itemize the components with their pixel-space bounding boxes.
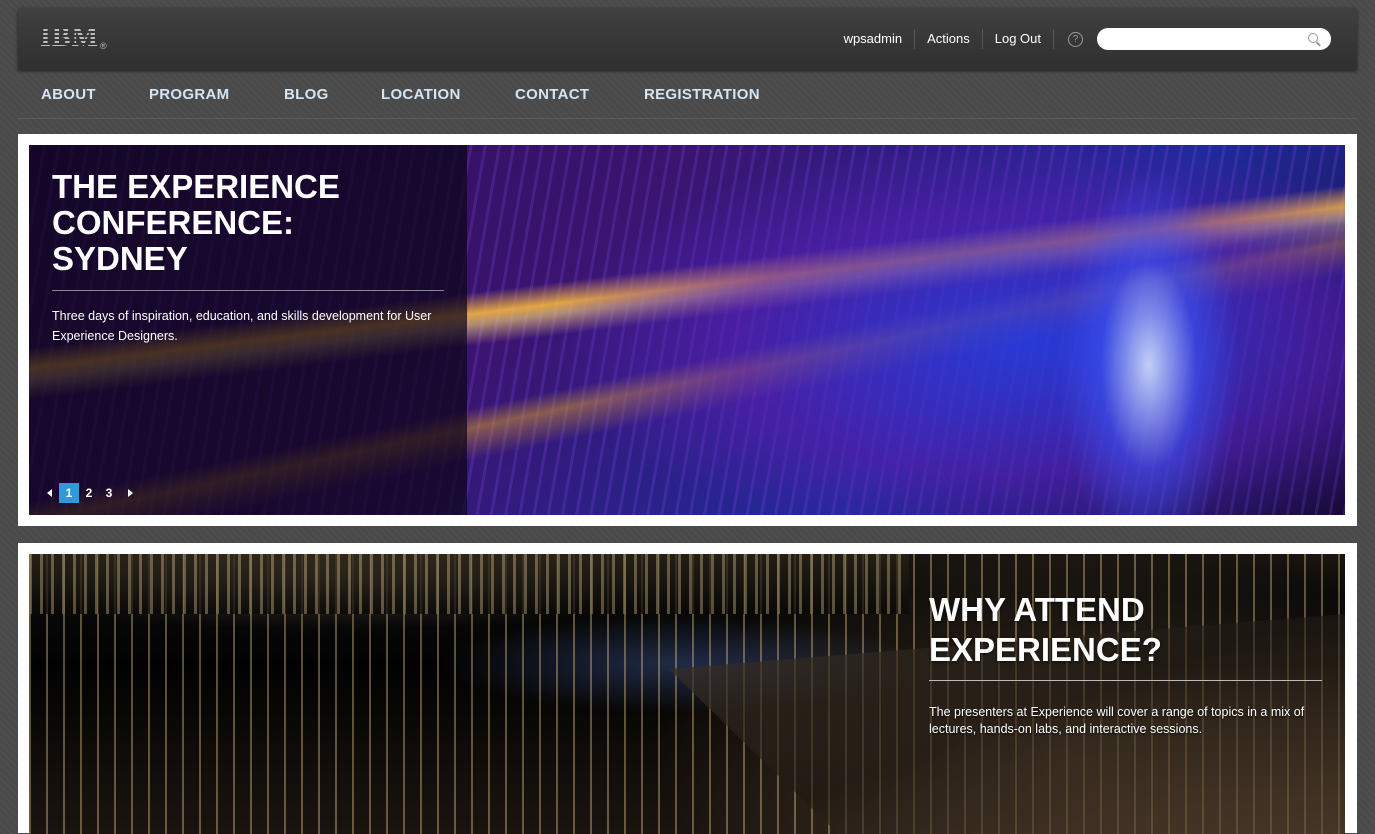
search-box bbox=[1097, 28, 1331, 52]
why-attend-panel: WHY ATTEND EXPERIENCE? The presenters at… bbox=[18, 543, 1357, 834]
why-divider bbox=[929, 680, 1322, 681]
nav-item-about[interactable]: ABOUT bbox=[41, 86, 96, 103]
nav-item-program[interactable]: PROGRAM bbox=[149, 86, 229, 103]
pager-page-3[interactable]: 3 bbox=[99, 483, 119, 503]
carousel-pager: 1 2 3 bbox=[47, 483, 133, 503]
previous-slide-icon[interactable] bbox=[47, 489, 52, 497]
logo-letters: IBM bbox=[40, 22, 99, 53]
hero-title: THE EXPERIENCE CONFERENCE: SYDNEY bbox=[52, 168, 340, 277]
top-bar: IBM ® wpsadmin Actions Log Out ? bbox=[18, 8, 1357, 70]
hero-banner-image: THE EXPERIENCE CONFERENCE: SYDNEY Three … bbox=[29, 145, 1345, 515]
city-lights bbox=[29, 554, 909, 614]
nav-item-blog[interactable]: BLOG bbox=[284, 86, 329, 103]
search-input[interactable] bbox=[1107, 28, 1311, 52]
logout-link[interactable]: Log Out bbox=[983, 29, 1054, 49]
search-icon[interactable] bbox=[1308, 33, 1318, 43]
username-link[interactable]: wpsadmin bbox=[832, 29, 916, 49]
why-description: The presenters at Experience will cover … bbox=[929, 705, 1305, 736]
hero-panel: THE EXPERIENCE CONFERENCE: SYDNEY Three … bbox=[18, 134, 1357, 526]
logo-registered-mark: ® bbox=[100, 41, 107, 51]
help-icon[interactable]: ? bbox=[1068, 31, 1083, 47]
hero-text-overlay: THE EXPERIENCE CONFERENCE: SYDNEY Three … bbox=[29, 145, 467, 515]
ibm-logo[interactable]: IBM ® bbox=[40, 22, 107, 53]
hero-divider bbox=[52, 290, 444, 291]
nav-item-registration[interactable]: REGISTRATION bbox=[644, 86, 760, 103]
pager-page-1[interactable]: 1 bbox=[59, 483, 79, 503]
actions-link[interactable]: Actions bbox=[915, 29, 983, 49]
pager-page-2[interactable]: 2 bbox=[79, 483, 99, 503]
nav-item-contact[interactable]: CONTACT bbox=[515, 86, 589, 103]
nav-item-location[interactable]: LOCATION bbox=[381, 86, 461, 103]
sydney-harbour-image: WHY ATTEND EXPERIENCE? The presenters at… bbox=[29, 554, 1345, 834]
hero-description: Three days of inspiration, education, an… bbox=[52, 309, 432, 343]
main-nav: ABOUT PROGRAM BLOG LOCATION CONTACT REGI… bbox=[18, 72, 1357, 119]
why-title: WHY ATTEND EXPERIENCE? bbox=[929, 591, 1162, 668]
utility-links: wpsadmin Actions Log Out ? bbox=[832, 27, 1331, 52]
next-slide-icon[interactable] bbox=[128, 489, 133, 497]
